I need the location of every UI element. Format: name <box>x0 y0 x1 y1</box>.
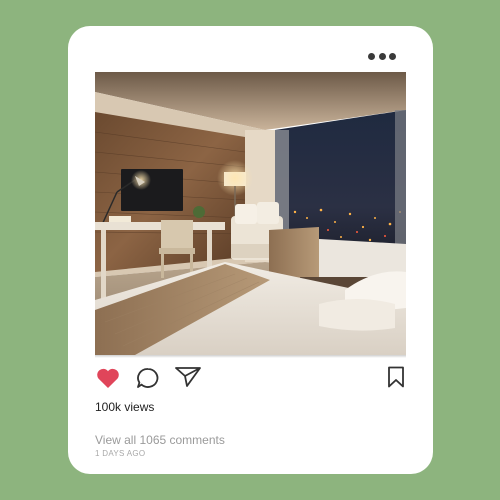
post-card: 100k views View all 1065 comments 1 DAYS… <box>68 26 433 474</box>
paper-plane-icon[interactable] <box>174 366 202 388</box>
post-photo[interactable] <box>95 72 406 355</box>
post-timestamp: 1 DAYS AGO <box>95 449 146 458</box>
more-dot <box>389 52 396 60</box>
views-count: 100k views <box>95 400 155 414</box>
photo-divider <box>95 355 406 358</box>
comment-bubble-icon[interactable] <box>136 367 160 389</box>
more-options-icon[interactable] <box>368 52 396 60</box>
heart-filled-icon[interactable] <box>96 367 120 389</box>
hotel-room-image <box>95 72 406 355</box>
more-dot <box>378 52 386 60</box>
view-all-comments-link[interactable]: View all 1065 comments <box>95 433 225 447</box>
more-dot <box>368 52 375 60</box>
bookmark-icon[interactable] <box>387 366 405 388</box>
